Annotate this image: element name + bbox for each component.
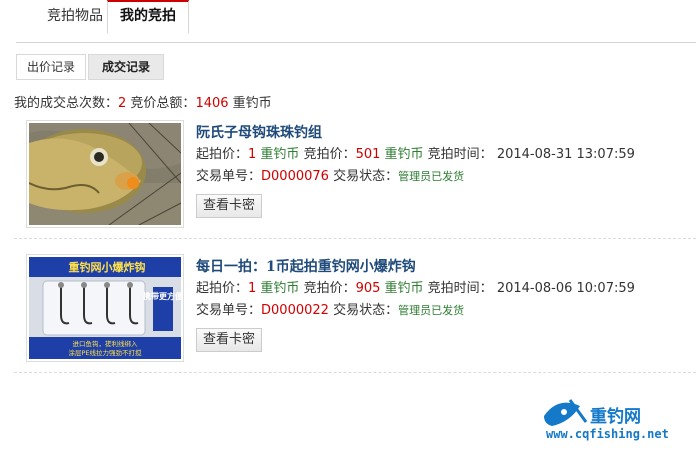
- item-order-line: 交易单号：D0000076 交易状态：管理员已发货: [196, 168, 635, 186]
- bid-price: 501: [355, 147, 381, 162]
- status-label: 交易状态：: [328, 169, 399, 184]
- start-price-currency: 重钓币: [256, 281, 300, 296]
- logo-url: www.cqfishing.net: [546, 427, 669, 441]
- product-image-footer-1: 进口鱼钩，搓利线绑入: [73, 339, 139, 348]
- item-info: 每日一拍：1币起拍重钓网小爆炸钩 起拍价：1 重钓币 竞拍价：905 重钓币 竞…: [196, 256, 635, 352]
- view-card-button[interactable]: 查看卡密: [196, 194, 263, 218]
- deal-item: 阮氏子母钩珠珠钓组 起拍价：1 重钓币 竞拍价：501 重钓币 竞拍时间： 20…: [14, 112, 696, 239]
- item-title[interactable]: 阮氏子母钩珠珠钓组: [196, 122, 635, 142]
- order-number: D0000076: [261, 169, 329, 184]
- bid-price-currency: 重钓币: [380, 281, 424, 296]
- bid-time-label: 竞拍时间：: [423, 147, 493, 162]
- order-label: 交易单号：: [196, 303, 262, 318]
- bid-total-label: 竞价总额：: [126, 96, 196, 111]
- product-image-header: 重钓网小爆炸钩: [69, 260, 146, 274]
- bid-total: 1406: [195, 96, 229, 111]
- order-number: D0000022: [261, 303, 329, 318]
- start-price-label: 起拍价：: [196, 281, 249, 296]
- deal-item: 重钓网小爆炸钩 进口鱼钩，搓利线绑入 涂层PE线拉力强劲不打搅 携带更方便 每日…: [14, 246, 696, 373]
- bid-price: 905: [355, 281, 381, 296]
- bid-price-currency: 重钓币: [380, 147, 424, 162]
- subtab-deal-records[interactable]: 成交记录: [88, 54, 164, 80]
- status-label: 交易状态：: [328, 303, 399, 318]
- status-badge: 管理员已发货: [398, 304, 465, 317]
- item-order-line: 交易单号：D0000022 交易状态：管理员已发货: [196, 302, 635, 320]
- bid-total-unit: 重钓币: [228, 96, 272, 111]
- item-title[interactable]: 每日一拍：1币起拍重钓网小爆炸钩: [196, 256, 635, 276]
- tab-my-auctions[interactable]: 我的竞拍: [107, 0, 189, 34]
- item-price-line: 起拍价：1 重钓币 竞拍价：501 重钓币 竞拍时间： 2014-08-31 1…: [196, 146, 635, 164]
- bid-price-label: 竞拍价：: [299, 281, 356, 296]
- product-image-footer-2: 涂层PE线拉力强劲不打搅: [68, 348, 142, 357]
- product-image-side-label: 携带更方便: [143, 291, 181, 301]
- logo-name: 重钓网: [590, 407, 641, 427]
- bid-time: 2014-08-06 10:07:59: [496, 281, 635, 296]
- bid-price-label: 竞拍价：: [299, 147, 356, 162]
- item-info: 阮氏子母钩珠珠钓组 起拍价：1 重钓币 竞拍价：501 重钓币 竞拍时间： 20…: [196, 122, 635, 218]
- start-price-label: 起拍价：: [196, 147, 249, 162]
- view-card-button[interactable]: 查看卡密: [196, 328, 263, 352]
- bid-time-label: 竞拍时间：: [423, 281, 493, 296]
- item-thumbnail[interactable]: 重钓网小爆炸钩 进口鱼钩，搓利线绑入 涂层PE线拉力强劲不打搅 携带更方便: [26, 254, 184, 362]
- item-price-line: 起拍价：1 重钓币 竞拍价：905 重钓币 竞拍时间： 2014-08-06 1…: [196, 280, 635, 298]
- bid-time: 2014-08-31 13:07:59: [496, 147, 635, 162]
- order-label: 交易单号：: [196, 169, 262, 184]
- status-badge: 管理员已发货: [398, 170, 465, 183]
- start-price-currency: 重钓币: [256, 147, 300, 162]
- item-thumbnail[interactable]: [26, 120, 184, 228]
- deal-summary: 我的成交总次数：2 竞价总额：1406 重钓币: [14, 92, 272, 111]
- fish-photo: [29, 123, 181, 225]
- hook-product-photo: 重钓网小爆炸钩 进口鱼钩，搓利线绑入 涂层PE线拉力强劲不打搅 携带更方便: [29, 257, 181, 359]
- deal-count-label: 我的成交总次数：: [14, 96, 119, 111]
- subtab-bid-records[interactable]: 出价记录: [16, 54, 86, 80]
